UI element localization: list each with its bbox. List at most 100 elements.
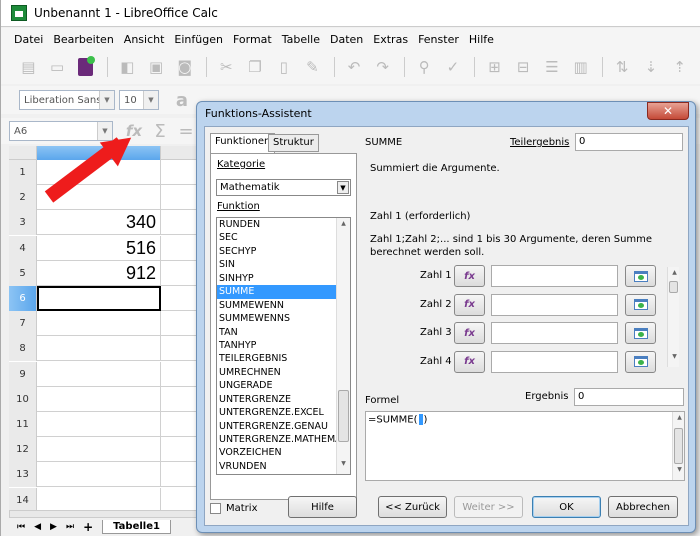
cell-a5[interactable]: 912 <box>37 260 161 286</box>
sort-icon[interactable]: ⇅ <box>615 58 630 76</box>
function-list-item[interactable]: UNTERGRENZE.GENAU <box>217 420 337 433</box>
chevron-down-icon[interactable]: ▼ <box>99 91 114 109</box>
sheet-tab-tabelle1[interactable]: Tabelle1 <box>102 520 171 534</box>
row-header[interactable]: 8 <box>9 336 37 362</box>
row-header[interactable]: 14 <box>9 487 37 510</box>
export-pdf-icon[interactable]: ◧ <box>120 58 135 76</box>
row-header[interactable]: 10 <box>9 386 37 412</box>
cell-a11[interactable] <box>37 412 161 437</box>
copy-icon[interactable]: ❐ <box>248 58 263 76</box>
sort-descending-icon[interactable]: ⇡ <box>672 58 687 76</box>
argument-input[interactable] <box>491 322 618 344</box>
prev-sheet-icon[interactable]: ◀ <box>34 522 41 532</box>
row-header[interactable]: 7 <box>9 311 37 337</box>
menu-extras[interactable]: Extras <box>373 33 408 46</box>
select-all-corner[interactable] <box>9 146 37 160</box>
cell-a12[interactable] <box>37 437 161 463</box>
argument-input[interactable] <box>491 265 618 287</box>
row-header[interactable]: 6 <box>9 286 37 311</box>
ok-button[interactable]: OK <box>532 496 601 518</box>
argument-input[interactable] <box>491 293 618 316</box>
column-header-b[interactable] <box>161 146 199 160</box>
chevron-down-icon[interactable]: ▼ <box>337 181 349 194</box>
row-header[interactable]: 11 <box>9 412 37 437</box>
function-list-item[interactable]: SECHYP <box>217 245 337 258</box>
arguments-scrollbar[interactable]: ▲ ▼ <box>667 267 679 367</box>
argument-function-button[interactable]: fx <box>454 322 485 344</box>
scroll-down-icon[interactable]: ▼ <box>668 353 681 365</box>
row-header[interactable]: 3 <box>9 210 37 236</box>
function-list-item[interactable]: TAN <box>217 326 337 339</box>
shrink-dialog-button[interactable] <box>625 265 656 287</box>
cell-a4[interactable]: 516 <box>37 235 161 261</box>
function-list-item[interactable]: SEC <box>217 231 337 244</box>
sum-icon[interactable]: Σ <box>151 121 169 142</box>
horizontal-scrollbar[interactable] <box>9 510 199 518</box>
matrix-checkbox[interactable] <box>210 503 221 514</box>
formula-textarea[interactable]: =SUMME() ▲ ▼ <box>365 411 685 481</box>
clone-formatting-icon[interactable]: ✎ <box>305 58 320 76</box>
function-list-item[interactable]: UMRECHNEN <box>217 366 337 379</box>
delete-row-icon[interactable]: ☰ <box>545 58 560 76</box>
redo-icon[interactable]: ↷ <box>375 58 390 76</box>
find-replace-icon[interactable]: ⚲ <box>417 58 432 76</box>
scroll-thumb[interactable] <box>669 281 678 293</box>
print-preview-icon[interactable]: ◙ <box>177 58 192 76</box>
function-list-item[interactable]: TEILERGEBNIS <box>217 352 337 365</box>
first-sheet-icon[interactable]: ⏮ <box>17 522 25 532</box>
cell-a13[interactable] <box>37 462 161 488</box>
function-list-item[interactable]: RUNDEN <box>217 218 337 231</box>
menu-bearbeiten[interactable]: Bearbeiten <box>53 33 113 46</box>
shrink-dialog-button[interactable] <box>625 350 656 373</box>
menu-fenster[interactable]: Fenster <box>418 33 459 46</box>
row-header[interactable]: 5 <box>9 260 37 286</box>
back-button[interactable]: << Zurück <box>378 496 447 518</box>
function-list-item[interactable]: SUMMEWENN <box>217 299 337 312</box>
argument-function-button[interactable]: fx <box>454 293 485 316</box>
argument-function-button[interactable]: fx <box>454 350 485 373</box>
scroll-thumb[interactable] <box>674 428 683 464</box>
row-header[interactable]: 4 <box>9 235 37 261</box>
row-header[interactable]: 1 <box>9 160 37 185</box>
cell-a10[interactable] <box>37 386 161 412</box>
add-sheet-icon[interactable]: + <box>83 520 93 534</box>
function-list-scrollbar[interactable]: ▲ ▼ <box>336 218 350 474</box>
shrink-dialog-button[interactable] <box>625 293 656 316</box>
next-sheet-icon[interactable]: ▶ <box>50 522 57 532</box>
cell-a14[interactable] <box>37 487 161 510</box>
function-list-item[interactable]: UNTERGRENZE.MATHEMATIK <box>217 433 337 446</box>
row-header[interactable]: 13 <box>9 462 37 488</box>
function-list-item[interactable]: SUMMEWENNS <box>217 312 337 325</box>
name-box[interactable]: A6 ▼ <box>9 121 113 141</box>
argument-function-button[interactable]: fx <box>454 265 485 287</box>
row-header[interactable]: 9 <box>9 361 37 387</box>
tab-funktionen[interactable]: Funktionen <box>210 133 276 153</box>
last-sheet-icon[interactable]: ⏭ <box>66 522 74 532</box>
spreadsheet-grid[interactable]: 1 2 3 340 4 516 5 912 6 7 8 9 10 11 12 13 14 <box>9 146 199 510</box>
scroll-up-icon[interactable]: ▲ <box>337 220 350 232</box>
spellcheck-icon[interactable]: ✓ <box>446 58 461 76</box>
function-list-item[interactable]: SIN <box>217 258 337 271</box>
function-list-item[interactable]: UNTERGRENZE <box>217 393 337 406</box>
scroll-up-icon[interactable]: ▲ <box>668 269 681 281</box>
new-document-icon[interactable]: ▤ <box>21 58 36 76</box>
sort-ascending-icon[interactable]: ⇣ <box>644 58 659 76</box>
function-list-item[interactable]: SUMME <box>217 285 337 299</box>
scroll-up-icon[interactable]: ▲ <box>673 414 686 426</box>
ergebnis-field[interactable]: 0 <box>574 388 684 406</box>
help-button[interactable]: Hilfe <box>288 496 357 518</box>
font-name-combo[interactable]: Liberation Sans ▼ <box>19 90 115 110</box>
function-list-item[interactable]: VORZEICHEN <box>217 446 337 459</box>
kategorie-select[interactable]: Mathematik ▼ <box>216 179 351 196</box>
tab-struktur[interactable]: Struktur <box>268 134 319 152</box>
formula-scrollbar[interactable]: ▲ ▼ <box>672 412 684 480</box>
font-size-combo[interactable]: 10 ▼ <box>119 90 159 110</box>
menu-einfuegen[interactable]: Einfügen <box>174 33 223 46</box>
argument-input[interactable] <box>491 350 618 373</box>
function-list-item[interactable]: UNGERADE <box>217 379 337 392</box>
function-list-item[interactable]: UNTERGRENZE.EXCEL <box>217 406 337 419</box>
cell-a8[interactable] <box>37 336 161 362</box>
cut-icon[interactable]: ✂ <box>219 58 234 76</box>
teilergebnis-field[interactable]: 0 <box>575 133 683 151</box>
formula-icon[interactable]: = <box>177 121 195 142</box>
